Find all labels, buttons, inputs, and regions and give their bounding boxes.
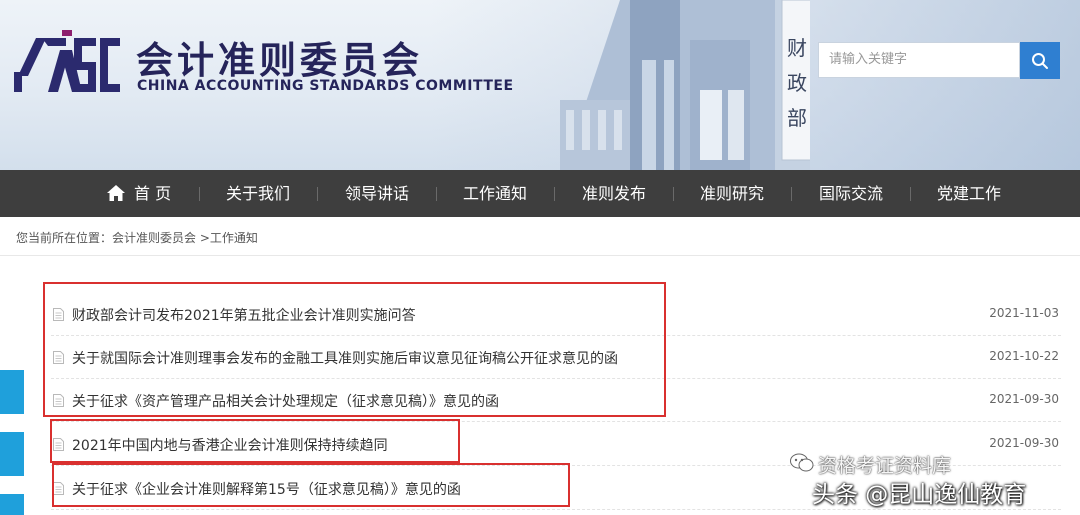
wechat-icon	[790, 453, 814, 472]
watermark-line-1: 资格考证资料库	[818, 455, 952, 477]
nav-divider	[317, 187, 318, 201]
highlight-box	[52, 463, 570, 507]
breadcrumb-prefix: 您当前所在位置：	[16, 231, 113, 245]
casc-logo	[14, 30, 120, 92]
nav-item-international[interactable]: 国际交流	[819, 170, 883, 217]
search-icon	[1032, 52, 1048, 69]
nav-item-work-notices[interactable]: 工作通知	[463, 170, 527, 217]
nav-divider	[673, 187, 674, 201]
highlight-box	[50, 419, 460, 463]
main-nav: 首 页 关于我们 领导讲话 工作通知 准则发布 准则研究 国际交流 党建工作	[0, 170, 1080, 217]
nav-item-speeches[interactable]: 领导讲话	[345, 170, 409, 217]
search-input[interactable]: 请输入关键字	[818, 42, 1020, 78]
nav-item-party-building[interactable]: 党建工作	[937, 170, 1001, 217]
search-button[interactable]	[1020, 42, 1060, 79]
nav-item-standards-research[interactable]: 准则研究	[700, 170, 764, 217]
nav-item-label: 首 页	[134, 184, 172, 203]
side-tab[interactable]	[0, 494, 24, 515]
site-title-en: CHINA ACCOUNTING STANDARDS COMMITTEE	[137, 78, 514, 94]
nav-divider	[554, 187, 555, 201]
news-date: 2021-09-30	[989, 436, 1059, 450]
divider	[0, 255, 1080, 256]
nav-item-standards-release[interactable]: 准则发布	[582, 170, 646, 217]
news-date: 2021-11-03	[989, 306, 1059, 320]
nav-divider	[791, 187, 792, 201]
svg-text:部: 部	[787, 106, 807, 130]
nav-divider	[436, 187, 437, 201]
watermark-line-2: 头条 @昆山逸仙教育	[812, 482, 1027, 508]
svg-text:财: 财	[787, 36, 807, 60]
side-tab[interactable]	[0, 370, 24, 414]
nav-item-about[interactable]: 关于我们	[226, 170, 290, 217]
side-tab[interactable]	[0, 432, 24, 476]
highlight-box	[43, 282, 666, 417]
nav-divider	[199, 187, 200, 201]
svg-text:政: 政	[787, 71, 807, 95]
breadcrumb-link-home[interactable]: 会计准则委员会	[112, 231, 196, 245]
nav-divider	[910, 187, 911, 201]
site-title-cn: 会计准则委员会	[136, 39, 423, 82]
site-header: 财 政 部 会计准则委员会 CHINA ACCOUNTING STANDARDS…	[0, 0, 1080, 170]
news-date: 2021-10-22	[989, 349, 1059, 363]
breadcrumb: 您当前所在位置：会计准则委员会 >工作通知	[16, 229, 258, 246]
breadcrumb-link-current[interactable]: >工作通知	[200, 231, 258, 245]
nav-item-home[interactable]: 首 页	[106, 170, 171, 217]
news-date: 2021-09-30	[989, 392, 1059, 406]
ministry-building-image: 财 政 部	[560, 0, 810, 170]
home-icon	[107, 185, 125, 201]
